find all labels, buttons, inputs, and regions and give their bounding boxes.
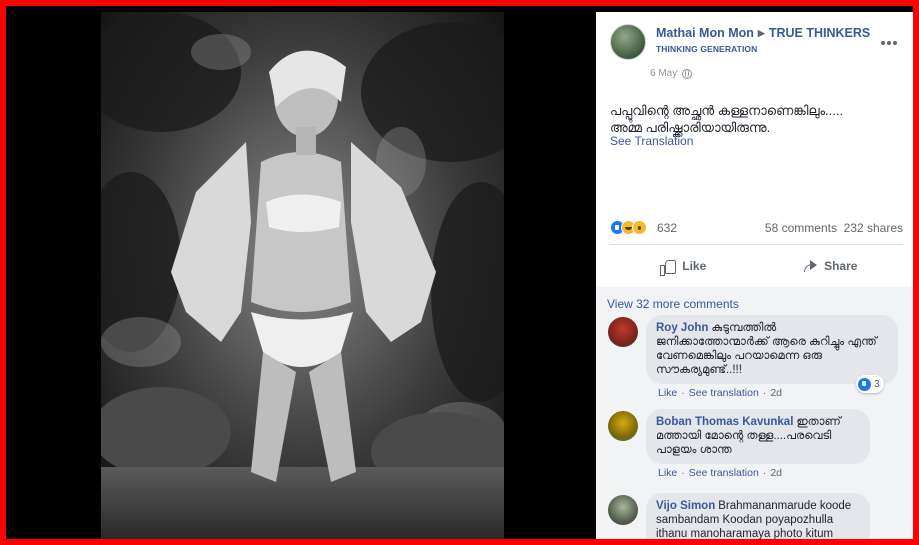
separator-dot: · — [681, 387, 685, 399]
comment-meta: Like · See translation · 2d — [658, 387, 782, 399]
comment-like-link[interactable]: Like — [658, 387, 677, 399]
view-more-comments-link[interactable]: View 32 more comments — [607, 297, 739, 311]
comment-item: Vijo Simon Brahmananmarude koode sambanda… — [608, 493, 903, 539]
author-line: Mathai Mon Mon ▶ TRUE THINKERS — [656, 26, 870, 40]
shares-count[interactable]: 232 shares — [844, 221, 903, 235]
divider — [610, 244, 903, 245]
comments-count[interactable]: 58 comments — [765, 221, 837, 235]
post-date-line: 6 May — [650, 68, 693, 79]
photo-illustration — [101, 12, 504, 539]
post-stats: 632 58 comments 232 shares — [610, 220, 903, 238]
subgroup-name[interactable]: THINKING GENERATION — [656, 44, 757, 54]
comment-item: Boban Thomas Kavunkal ഇതാണ് മത്തായി മോന്റ… — [608, 409, 903, 485]
comment-bubble: Boban Thomas Kavunkal ഇതാണ് മത്തായി മോന്റ… — [646, 409, 870, 464]
author-avatar[interactable] — [610, 24, 646, 60]
screenshot-frame: Mathai Mon Mon ▶ TRUE THINKERS THINKING GE… — [6, 6, 913, 539]
comment-meta: Like · See translation · 2d — [658, 467, 782, 479]
post-date[interactable]: 6 May — [650, 68, 677, 79]
reaction-count[interactable]: 632 — [657, 221, 677, 235]
post-text-line: പപ്പുവിന്റെ അച്ഛൻ കള്ളനാണെങ്കിലും..... — [610, 103, 844, 118]
comment-author[interactable]: Roy John — [656, 322, 708, 334]
share-label: Share — [824, 259, 858, 273]
separator-dot: · — [762, 467, 767, 479]
comment-bubble: Vijo Simon Brahmananmarude koode sambanda… — [646, 493, 870, 539]
commenter-avatar[interactable] — [608, 495, 638, 525]
more-options-icon[interactable] — [881, 32, 901, 48]
post-text: പപ്പുവിന്റെ അച്ഛൻ കള്ളനാണെങ്കിലും..... അ… — [610, 102, 901, 136]
globe-icon — [682, 68, 693, 79]
comment-see-translation-link[interactable]: See translation — [689, 387, 759, 399]
comments-section: View 32 more comments Roy John കുടുമ്പത്ത… — [596, 287, 913, 539]
post-photo[interactable] — [101, 12, 504, 539]
comment-bubble: Roy John കുടുമ്പത്തിൽ ജനിക്കാത്തോന്മാർക്ക… — [646, 315, 898, 384]
comment-reaction-count: 3 — [874, 378, 880, 390]
like-reaction-icon — [858, 377, 871, 391]
separator-dot: · — [681, 467, 685, 479]
comment-author[interactable]: Boban Thomas Kavunkal — [656, 416, 793, 428]
thumbs-up-icon — [660, 259, 677, 276]
like-label: Like — [682, 259, 707, 273]
commenter-avatar[interactable] — [608, 411, 638, 441]
like-button[interactable]: Like — [610, 250, 757, 282]
comment-time[interactable]: 2d — [770, 387, 782, 399]
comments-shares-count: 58 comments 232 shares — [765, 221, 903, 235]
post-header: Mathai Mon Mon ▶ TRUE THINKERS THINKING GE… — [610, 24, 903, 74]
see-translation-link[interactable]: See Translation — [610, 134, 693, 148]
separator-dot: · — [762, 387, 767, 399]
caret-right-icon: ▶ — [757, 28, 765, 38]
comment-like-link[interactable]: Like — [658, 467, 677, 479]
share-arrow-icon — [802, 259, 818, 273]
comment-time[interactable]: 2d — [770, 467, 782, 479]
comment-item: Roy John കുടുമ്പത്തിൽ ജനിക്കാത്തോന്മാർക്ക… — [608, 315, 903, 405]
reaction-icons[interactable] — [610, 220, 647, 236]
comment-author[interactable]: Vijo Simon — [656, 500, 715, 512]
share-button[interactable]: Share — [757, 250, 904, 282]
post-actions: Like Share — [610, 250, 903, 282]
wow-reaction-icon — [632, 220, 647, 235]
commenter-avatar[interactable] — [608, 317, 638, 347]
group-name[interactable]: TRUE THINKERS — [769, 26, 870, 40]
comment-see-translation-link[interactable]: See translation — [689, 467, 759, 479]
comment-reactions[interactable]: 3 — [856, 375, 884, 393]
author-name[interactable]: Mathai Mon Mon — [656, 26, 754, 40]
post-panel: Mathai Mon Mon ▶ TRUE THINKERS THINKING GE… — [596, 12, 913, 539]
